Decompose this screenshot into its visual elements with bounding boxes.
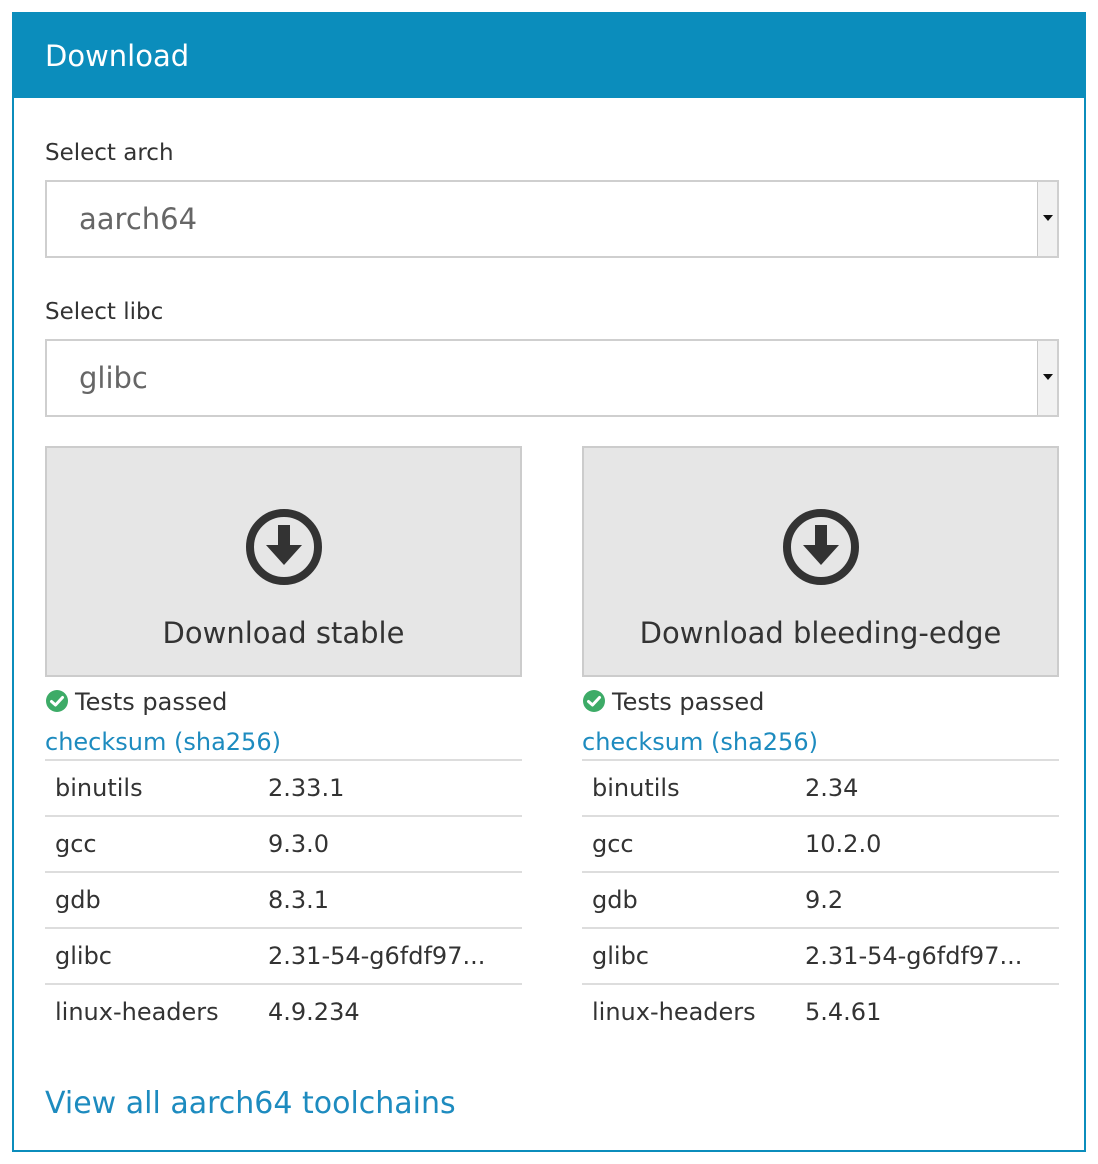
table-row: glibc 2.31-54-g6fdf97... xyxy=(582,927,1059,984)
download-circle-icon xyxy=(246,509,322,585)
download-stable-label: Download stable xyxy=(162,616,405,650)
stable-column: Download stable Tests passed checksum (s… xyxy=(45,446,522,1039)
table-row: binutils 2.34 xyxy=(582,759,1059,816)
download-panel: Download Select arch aarch64 Select libc… xyxy=(12,12,1086,1152)
bleeding-edge-versions-table: binutils 2.34 gcc 10.2.0 gdb 9.2 glibc 2… xyxy=(582,759,1059,1039)
stable-test-status: Tests passed xyxy=(45,687,522,717)
panel-title: Download xyxy=(45,39,190,73)
package-name: gcc xyxy=(582,815,795,872)
package-name: binutils xyxy=(45,759,258,816)
bleeding-edge-test-status: Tests passed xyxy=(582,687,1059,717)
package-name: linux-headers xyxy=(45,983,258,1039)
table-row: gdb 9.2 xyxy=(582,871,1059,928)
package-version: 2.31-54-g6fdf97... xyxy=(795,927,1059,984)
table-row: glibc 2.31-54-g6fdf97... xyxy=(45,927,522,984)
package-version: 2.33.1 xyxy=(258,759,522,816)
package-name: linux-headers xyxy=(582,983,795,1039)
download-bleeding-edge-button[interactable]: Download bleeding-edge xyxy=(582,446,1059,677)
libc-select-label: Select libc xyxy=(45,299,164,325)
arch-select-value: aarch64 xyxy=(79,202,198,236)
package-version: 9.2 xyxy=(795,871,1059,928)
caret-down-icon[interactable] xyxy=(1037,182,1057,256)
package-version: 5.4.61 xyxy=(795,983,1059,1039)
package-version: 10.2.0 xyxy=(795,815,1059,872)
package-name: binutils xyxy=(582,759,795,816)
download-bleeding-edge-label: Download bleeding-edge xyxy=(639,616,1002,650)
package-version: 4.9.234 xyxy=(258,983,522,1039)
stable-versions-table: binutils 2.33.1 gcc 9.3.0 gdb 8.3.1 glib… xyxy=(45,759,522,1039)
package-name: gdb xyxy=(45,871,258,928)
table-row: binutils 2.33.1 xyxy=(45,759,522,816)
bleeding-edge-checksum-link[interactable]: checksum (sha256) xyxy=(582,727,1059,757)
panel-header: Download xyxy=(14,14,1084,98)
arch-select[interactable]: aarch64 xyxy=(45,180,1059,258)
download-circle-icon xyxy=(783,509,859,585)
stable-status-text: Tests passed xyxy=(75,688,228,716)
libc-select-value: glibc xyxy=(79,361,148,395)
package-version: 2.31-54-g6fdf97... xyxy=(258,927,522,984)
package-version: 8.3.1 xyxy=(258,871,522,928)
download-stable-button[interactable]: Download stable xyxy=(45,446,522,677)
bleeding-edge-status-text: Tests passed xyxy=(612,688,765,716)
stable-checksum-link[interactable]: checksum (sha256) xyxy=(45,727,522,757)
bleeding-edge-column: Download bleeding-edge Tests passed chec… xyxy=(582,446,1059,1039)
table-row: linux-headers 4.9.234 xyxy=(45,983,522,1039)
package-name: glibc xyxy=(582,927,795,984)
arch-select-label: Select arch xyxy=(45,140,174,166)
package-version: 2.34 xyxy=(795,759,1059,816)
table-row: gdb 8.3.1 xyxy=(45,871,522,928)
check-circle-icon xyxy=(583,690,605,712)
caret-down-icon[interactable] xyxy=(1037,341,1057,415)
package-version: 9.3.0 xyxy=(258,815,522,872)
check-circle-icon xyxy=(46,690,68,712)
table-row: gcc 10.2.0 xyxy=(582,815,1059,872)
table-row: linux-headers 5.4.61 xyxy=(582,983,1059,1039)
view-all-toolchains-link[interactable]: View all aarch64 toolchains xyxy=(45,1086,456,1121)
libc-select[interactable]: glibc xyxy=(45,339,1059,417)
package-name: gdb xyxy=(582,871,795,928)
table-row: gcc 9.3.0 xyxy=(45,815,522,872)
package-name: gcc xyxy=(45,815,258,872)
package-name: glibc xyxy=(45,927,258,984)
